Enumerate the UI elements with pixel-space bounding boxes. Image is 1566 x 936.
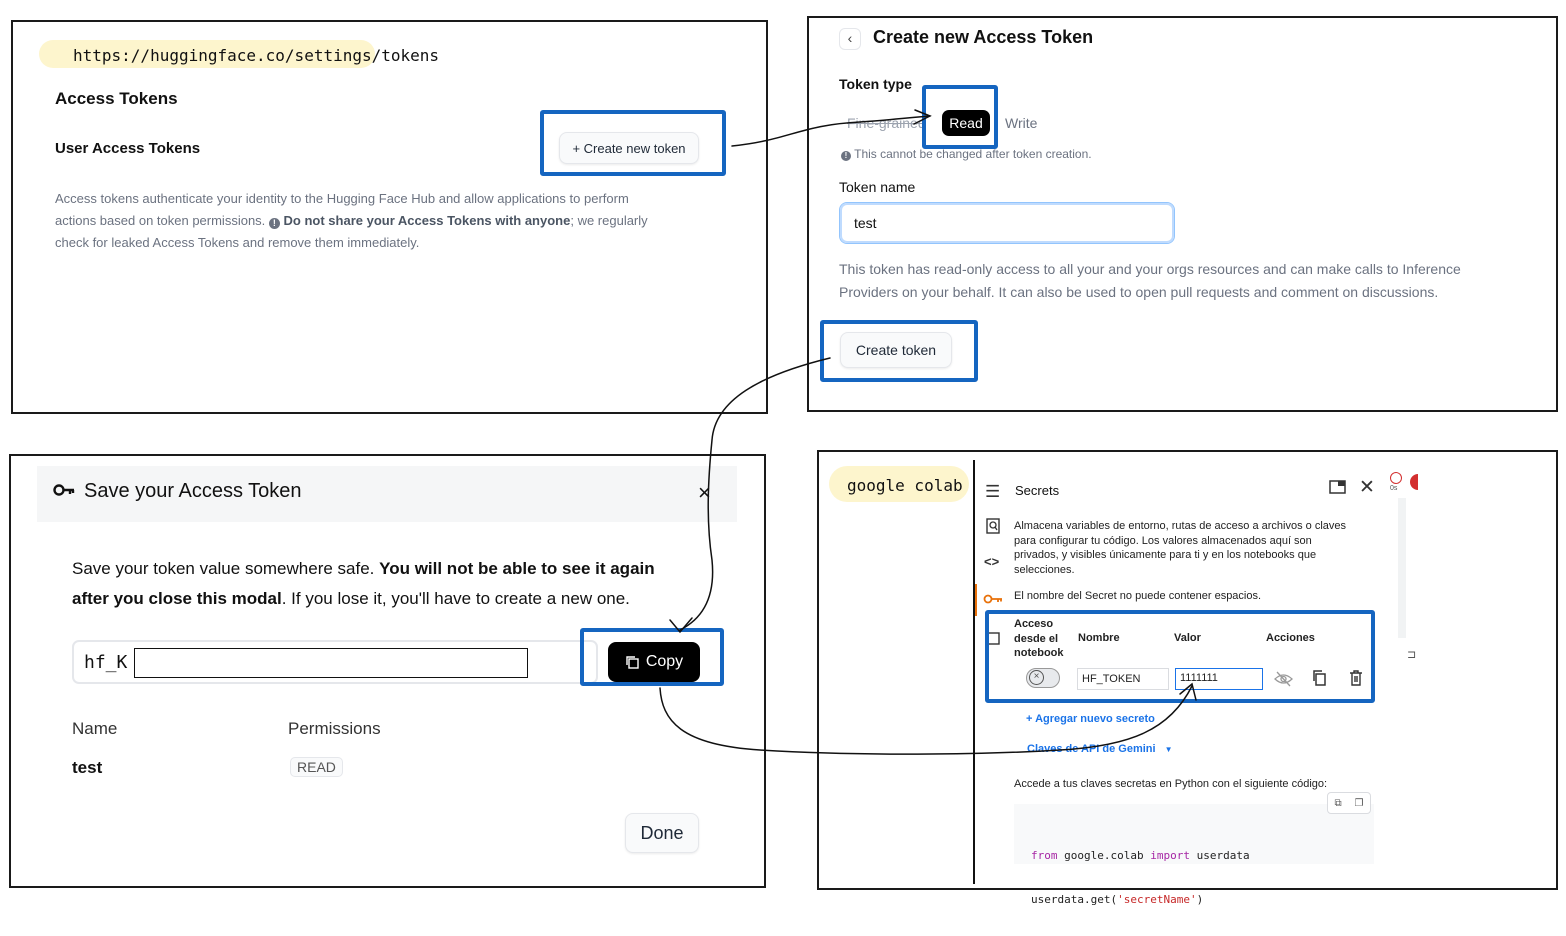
desc-line-3: check for leaked Access Tokens and remov… — [55, 235, 420, 250]
copy-icon[interactable] — [1312, 670, 1327, 691]
notebook-access-toggle[interactable]: × — [1026, 668, 1060, 688]
colab-label: google colab — [847, 476, 963, 495]
code-actions: ⧉ ❐ — [1327, 792, 1371, 814]
permission-badge: READ — [290, 757, 343, 777]
type-read[interactable]: Read — [942, 110, 990, 136]
modal-title: Save your Access Token — [84, 480, 302, 502]
secret-name-input[interactable]: HF_TOKEN — [1077, 668, 1169, 690]
token-description: This token has read-only access to all y… — [839, 261, 1461, 300]
timer-text: 0s — [1390, 485, 1398, 492]
token-type-label: Token type — [839, 76, 912, 92]
form-title: Create new Access Token — [873, 27, 1094, 47]
info-icon: ! — [841, 151, 851, 161]
delete-icon[interactable] — [1349, 670, 1363, 691]
save-token-modal-panel: Save your Access Token × Save your token… — [9, 454, 766, 888]
key-icon[interactable] — [983, 592, 1003, 610]
create-token-button[interactable]: Create token — [840, 332, 952, 368]
timer-icon — [1390, 472, 1402, 484]
desc-line-1: Access tokens authenticate your identity… — [55, 191, 629, 206]
sidebar-divider — [973, 460, 975, 884]
open-in-window-icon[interactable] — [1329, 480, 1346, 499]
close-icon[interactable]: × — [698, 480, 711, 506]
create-new-token-button[interactable]: + Create new token — [559, 132, 699, 164]
secrets-description: Almacena variables de entorno, rutas de … — [1014, 520, 1347, 576]
desc-line-2: actions based on token permissions. ! Do… — [55, 213, 648, 229]
scrollbar[interactable] — [1398, 498, 1406, 638]
col-name-header: Name — [72, 719, 118, 738]
section-title: User Access Tokens — [55, 140, 201, 157]
add-cell-icon[interactable]: ⧉ — [1334, 798, 1341, 809]
type-write[interactable]: Write — [1005, 115, 1037, 131]
url-text: https://huggingface.co/settings/tokens — [73, 46, 440, 65]
modal-message: Save your token value somewhere safe. Yo… — [72, 559, 655, 608]
secret-value-input[interactable]: 1111111 — [1175, 668, 1263, 690]
warning-text: El nombre del Secret no puede contener e… — [1014, 590, 1262, 602]
page-title: Access Tokens — [55, 89, 178, 108]
tokens-description: Access tokens authenticate your identity… — [55, 188, 695, 254]
search-icon[interactable] — [986, 518, 1000, 539]
add-secret-link[interactable]: + Agregar nuevo secreto — [1026, 713, 1155, 725]
code-text: from google.colab import userdata userda… — [1031, 849, 1250, 906]
token-name-value: test — [72, 758, 103, 777]
list-icon[interactable]: ☰ — [985, 482, 1000, 502]
token-redaction-box — [134, 648, 528, 678]
token-name-label: Token name — [839, 179, 916, 195]
col-permissions-header: Permissions — [288, 719, 381, 738]
gemini-keys-link[interactable]: Claves de API de Gemini ▼ — [1027, 743, 1173, 755]
type-note: ! This cannot be changed after token cre… — [841, 147, 1092, 161]
col-value-header: Valor — [1174, 632, 1201, 644]
panel-collapse-icon[interactable]: ⊐ — [1407, 648, 1416, 661]
hf-tokens-panel: https://huggingface.co/settings/tokens A… — [11, 20, 768, 414]
copy-button[interactable]: Copy — [608, 642, 700, 682]
col-actions-header: Acciones — [1266, 632, 1315, 644]
col-access-header: Acceso desde el notebook — [1014, 618, 1064, 659]
back-button[interactable]: ‹ — [839, 28, 861, 50]
visibility-off-icon[interactable] — [1274, 671, 1293, 692]
status-dot — [1410, 474, 1418, 490]
token-name-input[interactable]: test — [840, 203, 1174, 243]
done-button[interactable]: Done — [625, 813, 699, 853]
close-icon[interactable]: ✕ — [1359, 476, 1375, 499]
caret-down-icon: ▼ — [1164, 745, 1173, 754]
copy-icon — [626, 655, 639, 669]
create-token-panel: ‹ Create new Access Token Token type Fin… — [807, 16, 1558, 412]
key-icon — [53, 483, 75, 502]
code-icon[interactable]: <> — [984, 554, 999, 569]
col-name-header: Nombre — [1078, 632, 1120, 644]
colab-secrets-panel: google colab ☰ <> Secrets ✕ 0s ⊐ Almacen… — [817, 450, 1558, 906]
folder-icon[interactable] — [985, 632, 1000, 650]
toggle-off-icon: × — [1029, 670, 1044, 685]
token-prefix: hf_K — [84, 652, 128, 673]
chevron-left-icon: ‹ — [847, 30, 853, 46]
copy-code-icon[interactable]: ❐ — [1355, 798, 1364, 809]
type-fine-grained[interactable]: Fine-grained — [847, 115, 926, 131]
access-note: Accede a tus claves secretas en Python c… — [1014, 778, 1328, 790]
secrets-title: Secrets — [1015, 483, 1060, 498]
sidebar-active-marker — [975, 584, 977, 616]
info-icon: ! — [268, 218, 280, 229]
